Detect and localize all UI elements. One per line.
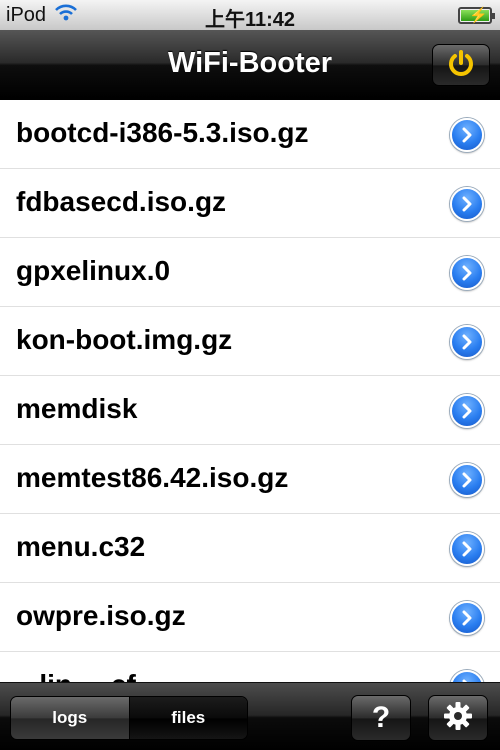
list-item[interactable]: kon-boot.img.gz: [0, 307, 500, 376]
settings-button[interactable]: [428, 695, 488, 741]
list-item[interactable]: memtest86.42.iso.gz: [0, 445, 500, 514]
chevron-right-circle-icon[interactable]: [450, 187, 484, 221]
file-name-label: menu.c32: [16, 531, 146, 562]
power-button[interactable]: [432, 44, 490, 86]
status-bar: iPod 上午11:42 ⚡: [0, 0, 500, 31]
tab-files[interactable]: files: [129, 697, 247, 739]
tab-logs[interactable]: logs: [11, 697, 130, 739]
list-item[interactable]: gpxelinux.0: [0, 238, 500, 307]
file-name-label: ...lin... .cf...: [16, 669, 159, 682]
chevron-right-circle-icon[interactable]: [450, 670, 484, 682]
list-item[interactable]: menu.c32: [0, 514, 500, 583]
tab-logs-label: logs: [52, 708, 88, 727]
chevron-right-circle-icon[interactable]: [450, 256, 484, 290]
help-label: ?: [371, 701, 391, 734]
file-name-label: gpxelinux.0: [16, 255, 171, 286]
list-item[interactable]: fdbasecd.iso.gz: [0, 169, 500, 238]
status-time: 上午11:42: [204, 9, 296, 31]
list-item[interactable]: owpre.iso.gz: [0, 583, 500, 652]
page-title: WiFi-Booter: [167, 47, 333, 79]
charging-bolt-icon: ⚡: [469, 7, 488, 24]
gear-icon: [442, 700, 474, 737]
tab-files-label: files: [171, 708, 206, 727]
battery-charging-icon: ⚡: [458, 7, 495, 24]
list-item[interactable]: memdisk: [0, 376, 500, 445]
file-name-label: fdbasecd.iso.gz: [16, 186, 227, 217]
chevron-right-circle-icon[interactable]: [450, 118, 484, 152]
chevron-right-circle-icon[interactable]: [450, 325, 484, 359]
help-button[interactable]: ?: [351, 695, 411, 741]
file-name-label: bootcd-i386-5.3.iso.gz: [16, 117, 309, 148]
chevron-right-circle-icon[interactable]: [450, 463, 484, 497]
file-name-label: owpre.iso.gz: [16, 600, 186, 631]
chevron-right-circle-icon[interactable]: [450, 394, 484, 428]
bottom-toolbar: logs files ?: [0, 682, 500, 750]
view-segmented-control: logs files: [10, 696, 248, 740]
file-name-label: kon-boot.img.gz: [16, 324, 233, 355]
power-icon: [446, 48, 476, 83]
file-name-label: memtest86.42.iso.gz: [16, 462, 289, 493]
chevron-right-circle-icon[interactable]: [450, 601, 484, 635]
file-name-label: memdisk: [16, 393, 138, 424]
list-item[interactable]: bootcd-i386-5.3.iso.gz: [0, 100, 500, 169]
file-list[interactable]: bootcd-i386-5.3.iso.gz fdbasecd.iso.gz gpx…: [0, 100, 500, 682]
list-item[interactable]: ...lin... .cf...: [0, 652, 500, 682]
chevron-right-circle-icon[interactable]: [450, 532, 484, 566]
nav-bar: WiFi-Booter: [0, 30, 500, 99]
